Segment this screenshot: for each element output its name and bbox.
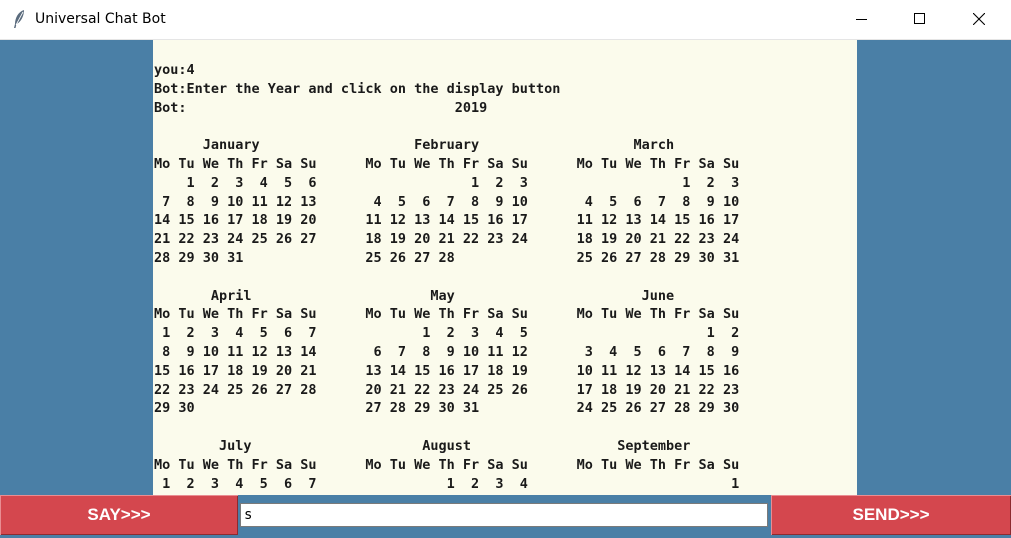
say-button[interactable]: SAY>>> (0, 495, 238, 535)
chat-log[interactable]: you:4 Bot:Enter the Year and click on th… (153, 40, 857, 495)
title-bar: Universal Chat Bot (0, 0, 1011, 40)
maximize-button[interactable] (892, 0, 950, 39)
minimize-button[interactable] (834, 0, 892, 39)
feather-icon (12, 9, 26, 29)
minimize-icon (856, 19, 867, 20)
window-title: Universal Chat Bot (35, 11, 166, 27)
window-body: you:4 Bot:Enter the Year and click on th… (0, 40, 1011, 538)
close-button[interactable] (951, 0, 1009, 39)
message-input[interactable] (240, 503, 768, 527)
chat-transcript: you:4 Bot:Enter the Year and click on th… (154, 62, 740, 492)
send-button[interactable]: SEND>>> (771, 495, 1011, 535)
close-icon (973, 13, 985, 25)
maximize-icon (914, 13, 925, 24)
